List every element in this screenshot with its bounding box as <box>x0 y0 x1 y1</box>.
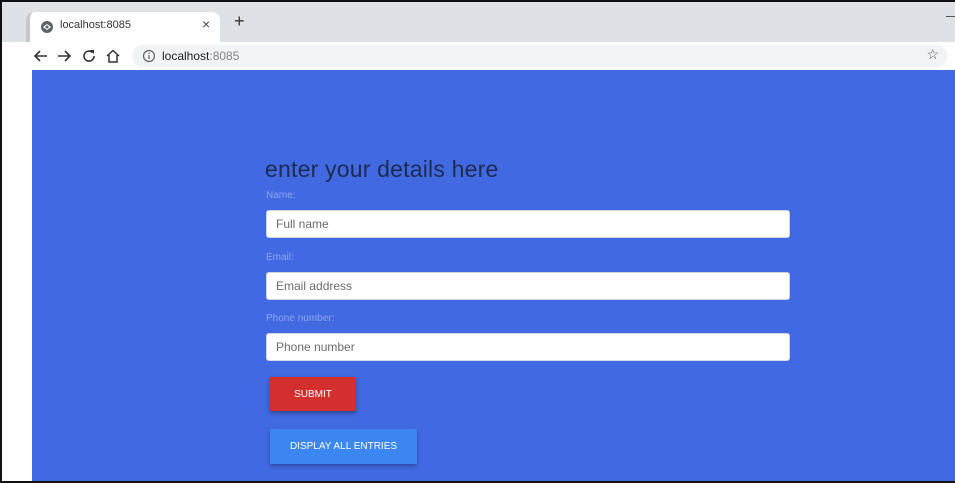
url-text[interactable]: localhost:8085 <box>162 49 239 63</box>
star-icon[interactable]: ☆ <box>926 46 939 63</box>
page-content: enter your details here Name: Email: Pho… <box>32 70 955 481</box>
name-label: Name: <box>266 190 296 201</box>
address-bar[interactable]: localhost:8085 ☆ <box>132 45 947 67</box>
tab-title: localhost:8085 <box>60 19 131 31</box>
browser-tab[interactable]: localhost:8085 × <box>26 12 220 42</box>
tab-strip: localhost:8085 × + <box>2 2 955 42</box>
tab-close-icon[interactable]: × <box>202 16 210 32</box>
name-field[interactable] <box>266 210 790 238</box>
phone-label: Phone number: <box>266 313 335 324</box>
forward-arrow-icon[interactable] <box>55 47 73 65</box>
display-all-entries-button[interactable]: DISPLAY ALL ENTRIES <box>270 429 417 464</box>
browser-toolbar: localhost:8085 ☆ <box>2 42 955 70</box>
page-title: enter your details here <box>265 156 499 182</box>
info-icon[interactable] <box>142 49 156 63</box>
url-host: localhost <box>162 49 210 63</box>
new-tab-button[interactable]: + <box>234 12 245 30</box>
globe-icon <box>41 21 53 33</box>
url-port: :8085 <box>209 49 240 63</box>
reload-icon[interactable] <box>80 47 98 65</box>
email-field[interactable] <box>266 272 790 300</box>
phone-field[interactable] <box>266 333 790 361</box>
browser-window: localhost:8085 × + localhost:8085 ☆ ente… <box>0 0 955 483</box>
submit-button[interactable]: SUBMIT <box>270 377 356 411</box>
back-arrow-icon[interactable] <box>32 47 50 65</box>
minimize-button[interactable] <box>946 16 955 17</box>
email-label: Email: <box>266 252 294 263</box>
home-icon[interactable] <box>104 47 122 65</box>
